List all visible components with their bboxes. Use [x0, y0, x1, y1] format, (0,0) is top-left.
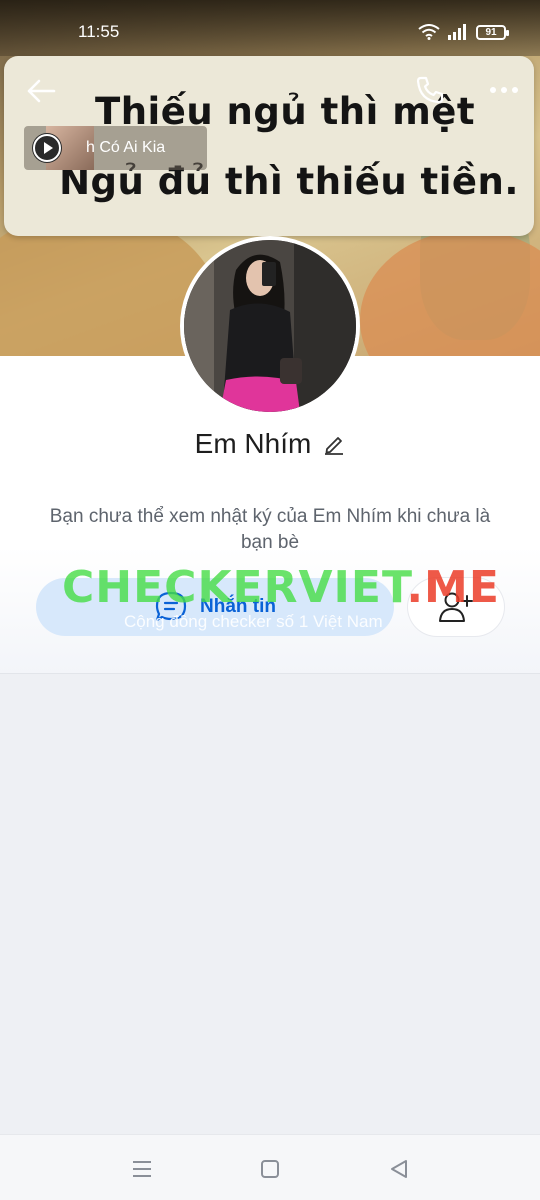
status-bar: 11:55 91 [0, 0, 540, 56]
more-button[interactable] [488, 80, 520, 100]
music-title: h Có Ai Kia [86, 139, 166, 156]
back-button[interactable] [24, 74, 58, 108]
profile-name-row: Em Nhím [0, 428, 540, 460]
menu-icon[interactable] [130, 1157, 154, 1181]
chat-bubble-icon [155, 591, 187, 622]
status-time: 11:55 [78, 22, 120, 41]
profile-music-pill[interactable]: h Có Ai Kia [24, 126, 207, 170]
profile-name: Em Nhím [194, 428, 312, 459]
avatar[interactable] [180, 236, 360, 416]
wifi-icon [418, 24, 440, 40]
arrow-left-icon [27, 79, 56, 103]
play-icon [33, 134, 61, 162]
nav-back-triangle-icon[interactable] [387, 1157, 411, 1181]
battery-icon: 91 [476, 24, 509, 40]
avatar-photo [184, 240, 356, 412]
status-icons: 91 [418, 24, 509, 40]
phone-icon [416, 76, 444, 104]
call-button[interactable] [414, 74, 446, 106]
cover-decoration [360, 230, 540, 356]
message-button[interactable]: Nhắn tin [36, 578, 394, 636]
system-nav-bar [0, 1134, 540, 1200]
message-button-label: Nhắn tin [200, 596, 276, 617]
section-divider [0, 673, 540, 674]
more-dots-icon [490, 87, 518, 93]
music-play-button[interactable] [32, 133, 62, 163]
pencil-icon[interactable] [323, 433, 345, 455]
home-square-icon[interactable] [258, 1157, 282, 1181]
user-plus-icon [439, 592, 473, 622]
diary-locked-notice: Bạn chưa thể xem nhật ký của Em Nhím khi… [49, 506, 491, 553]
add-friend-button[interactable] [408, 578, 504, 636]
signal-icon [448, 24, 466, 40]
